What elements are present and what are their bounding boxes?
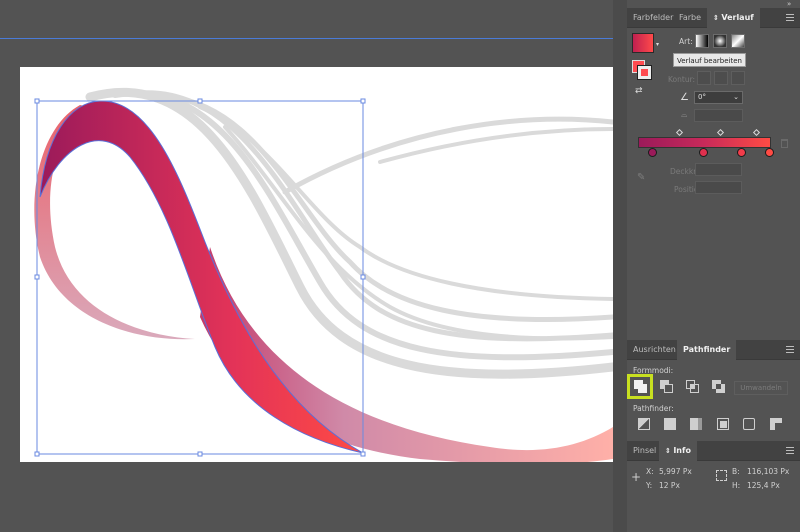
- artboard[interactable]: [20, 67, 613, 462]
- artwork[interactable]: [20, 67, 613, 462]
- x-label: X:: [646, 467, 654, 476]
- angle-icon: ∠: [680, 92, 689, 103]
- stroke-across-button[interactable]: [731, 71, 745, 85]
- pathfinder-panel-tabbar: Ausrichten Pathfinder: [627, 340, 800, 360]
- panel-collapse-strip[interactable]: [613, 0, 627, 532]
- midpoint-diamond[interactable]: [752, 128, 761, 137]
- eyedropper-icon[interactable]: ✎: [637, 172, 645, 183]
- gradient-stop[interactable]: [648, 148, 657, 157]
- trash-icon[interactable]: [781, 139, 788, 148]
- stroke-within-button[interactable]: [697, 71, 711, 85]
- stroke-along-button[interactable]: [714, 71, 728, 85]
- fill-stroke-icon[interactable]: [632, 60, 652, 80]
- radial-gradient-button[interactable]: [713, 34, 727, 48]
- tab-ausrichten[interactable]: Ausrichten: [627, 340, 682, 360]
- canvas-top-strip: [0, 0, 613, 22]
- position-select[interactable]: [695, 181, 742, 194]
- right-panels: » Farbfelder Farbe ⇕ Verlauf ▾ ⇄ Art: Ve…: [627, 0, 800, 532]
- outline-button[interactable]: [741, 416, 759, 434]
- intersect-button[interactable]: [684, 378, 702, 396]
- angle-select[interactable]: 0° ⌄: [694, 91, 743, 104]
- linear-gradient-button[interactable]: [695, 34, 709, 48]
- swatch-dropdown-icon[interactable]: ▾: [656, 41, 659, 48]
- aspect-ratio-select[interactable]: [694, 109, 743, 122]
- exclude-button[interactable]: [710, 378, 728, 396]
- unite-button[interactable]: [632, 378, 650, 396]
- width-value: 116,103 Px: [747, 467, 790, 476]
- canvas-area[interactable]: [0, 0, 613, 532]
- trim-button[interactable]: [662, 416, 680, 434]
- panel-menu-icon[interactable]: [786, 447, 794, 454]
- x-value: 5,997 Px: [659, 467, 692, 476]
- type-label: Art:: [679, 37, 693, 46]
- divide-button[interactable]: [636, 416, 654, 434]
- gray-swoosh-group: [85, 87, 613, 379]
- merge-button[interactable]: [688, 416, 706, 434]
- minus-back-button[interactable]: [768, 416, 786, 434]
- tab-pathfinder[interactable]: Pathfinder: [677, 340, 737, 360]
- guide-line: [0, 38, 613, 39]
- width-label: B:: [732, 467, 740, 476]
- midpoint-diamond[interactable]: [716, 128, 725, 137]
- freeform-gradient-button[interactable]: [731, 34, 745, 48]
- stroke-label: Kontur:: [668, 75, 696, 84]
- gradient-stop[interactable]: [699, 148, 708, 157]
- gradient-preview-swatch[interactable]: [632, 33, 654, 53]
- aspect-ratio-icon: ⌓: [681, 110, 688, 119]
- tab-info-label: Info: [673, 446, 691, 455]
- angle-value: 0°: [698, 93, 706, 101]
- panel-menu-icon[interactable]: [786, 14, 794, 21]
- expand-button[interactable]: Umwandeln: [734, 381, 788, 395]
- opacity-select[interactable]: [695, 163, 742, 176]
- midpoint-diamond[interactable]: [675, 128, 684, 137]
- collapse-arrows-icon[interactable]: »: [787, 0, 791, 8]
- height-value: 125,4 Px: [747, 481, 780, 490]
- tab-farbfelder[interactable]: Farbfelder: [627, 8, 679, 28]
- gradient-panel-tabbar: Farbfelder Farbe ⇕ Verlauf: [627, 8, 800, 28]
- height-label: H:: [732, 481, 741, 490]
- gradient-stop[interactable]: [765, 148, 774, 157]
- crop-button[interactable]: [715, 416, 733, 434]
- chevron-down-icon: ⌄: [733, 93, 739, 101]
- minus-front-button[interactable]: [658, 378, 676, 396]
- reverse-gradient-icon[interactable]: ⇄: [635, 86, 643, 96]
- tab-info[interactable]: ⇕ Info: [659, 441, 697, 461]
- gradient-stop[interactable]: [737, 148, 746, 157]
- y-label: Y:: [646, 481, 653, 490]
- panel-menu-icon[interactable]: [786, 346, 794, 353]
- y-value: 12 Px: [659, 481, 680, 490]
- pathfinders-label: Pathfinder:: [633, 404, 674, 413]
- crosshair-icon: +: [631, 470, 642, 484]
- tab-farbe[interactable]: Farbe: [673, 8, 707, 28]
- gradient-slider[interactable]: [638, 137, 771, 148]
- tooltip: Verlauf bearbeiten: [673, 53, 746, 67]
- tab-verlauf-label: Verlauf: [721, 13, 754, 22]
- info-panel-tabbar: Pinsel ⇕ Info: [627, 441, 800, 461]
- bounds-icon: [716, 470, 727, 481]
- tab-pinsel[interactable]: Pinsel: [627, 441, 662, 461]
- tab-verlauf[interactable]: ⇕ Verlauf: [707, 8, 760, 28]
